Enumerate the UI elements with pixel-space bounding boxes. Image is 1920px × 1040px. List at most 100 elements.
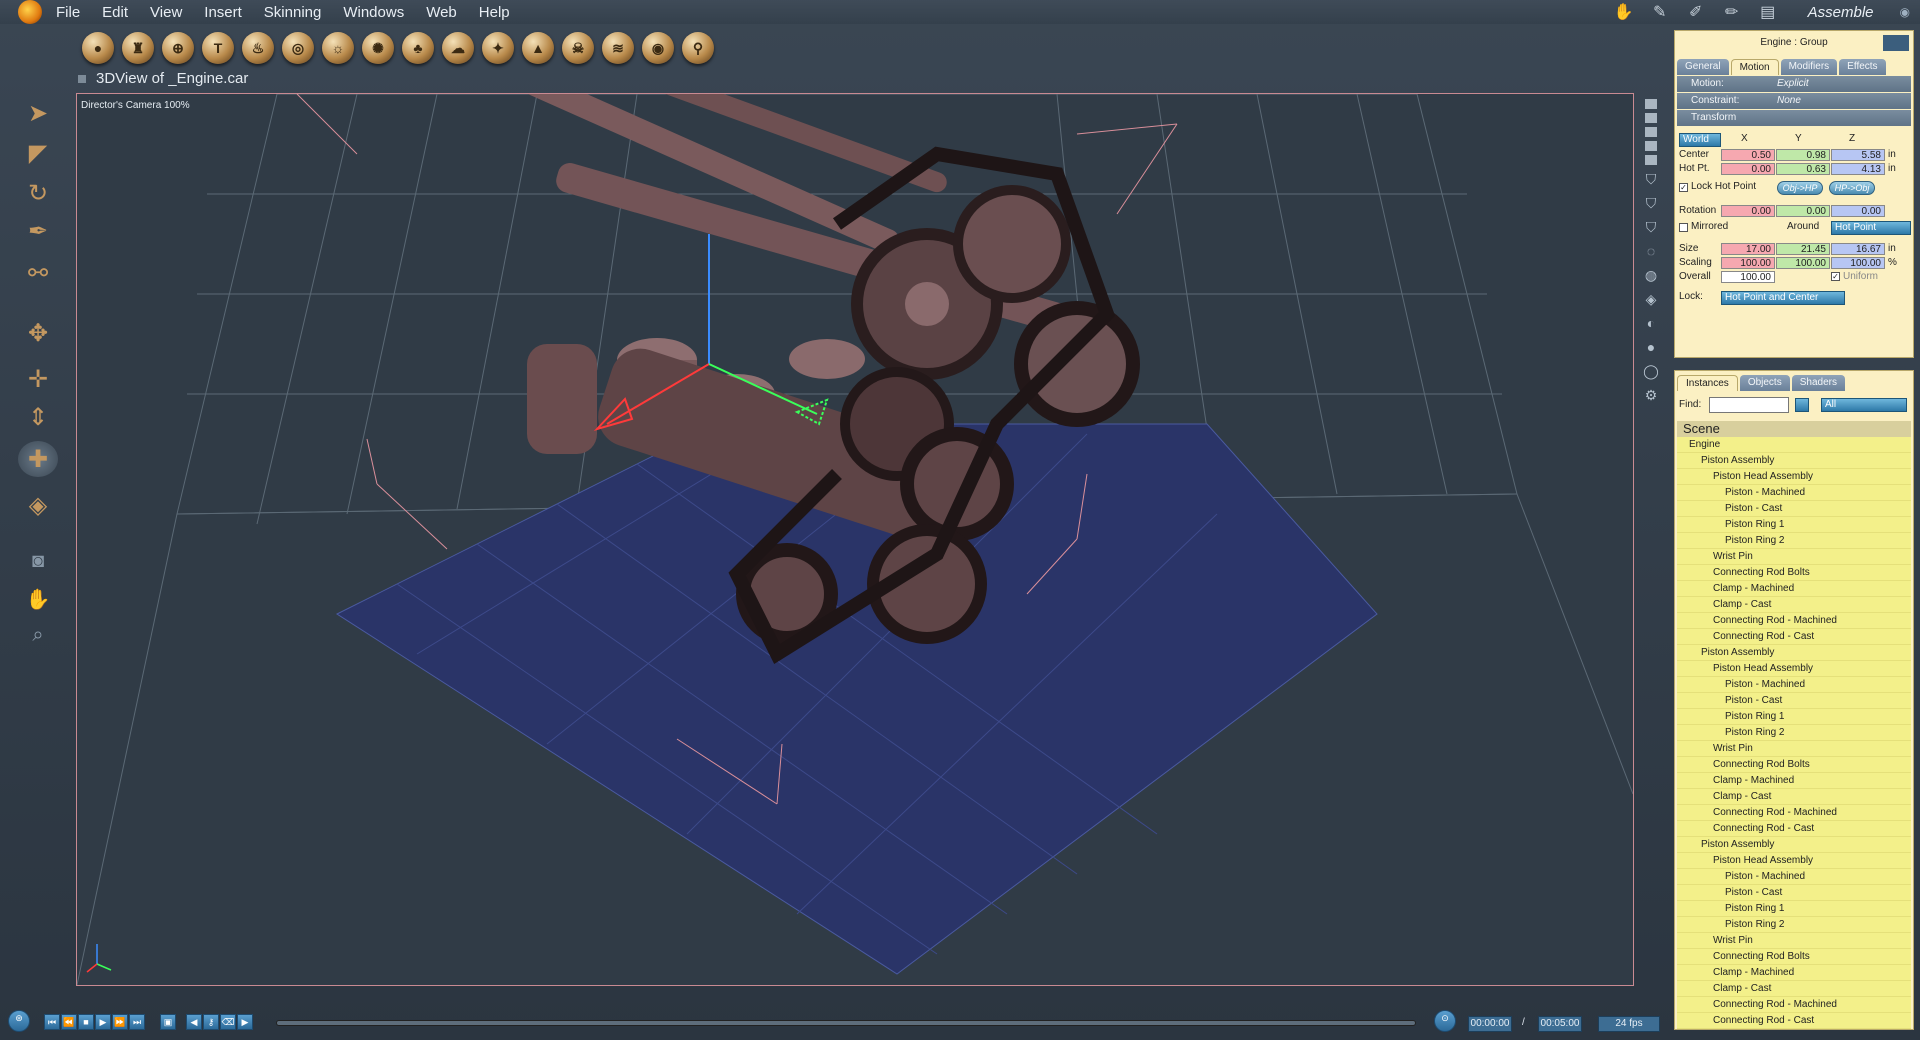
vapor-icon[interactable]: ≋ (602, 32, 634, 64)
mirrored-checkbox[interactable] (1679, 223, 1688, 232)
filter-dropdown[interactable]: All (1821, 398, 1907, 412)
render-mode-icon[interactable]: ◈ (1642, 291, 1660, 309)
film-room-icon[interactable]: ▤ (1754, 2, 1782, 22)
viewport-menu-icon[interactable] (78, 75, 86, 84)
render-mode-icon[interactable]: ◍ (1642, 267, 1660, 285)
globe-primitive-icon[interactable]: ⊕ (162, 32, 194, 64)
tab-modifiers[interactable]: Modifiers (1780, 59, 1838, 75)
hand-pan-icon[interactable]: ✋ (18, 581, 58, 617)
view-layout-icon[interactable] (1645, 127, 1657, 137)
view-layout-icon[interactable] (1645, 155, 1657, 165)
constraint-row[interactable]: Constraint: None (1677, 93, 1911, 109)
direct-select-icon[interactable]: ◤ (18, 135, 58, 171)
find-input[interactable] (1709, 397, 1789, 413)
tree-item[interactable]: Piston - Machined (1677, 485, 1911, 501)
center-y-field[interactable]: 0.98 (1776, 149, 1830, 161)
terrain-icon[interactable]: ▲ (522, 32, 554, 64)
app-logo-icon[interactable] (18, 0, 42, 24)
cube-view-icon[interactable]: ◈ (18, 487, 58, 523)
tree-item[interactable]: Piston - Machined (1677, 869, 1911, 885)
tree-item[interactable]: Wrist Pin (1677, 741, 1911, 757)
tree-item[interactable]: Piston Head Assembly (1677, 853, 1911, 869)
play-button[interactable]: ▶ (95, 1014, 111, 1030)
menu-file[interactable]: File (56, 4, 80, 21)
eye-effect-icon[interactable]: ◎ (282, 32, 314, 64)
next-key-button[interactable]: ▶ (237, 1014, 253, 1030)
menu-windows[interactable]: Windows (343, 4, 404, 21)
prev-key-button[interactable]: ◀ (186, 1014, 202, 1030)
tree-item[interactable]: Piston Head Assembly (1677, 469, 1911, 485)
shield-icon[interactable]: ⛉ (1642, 171, 1660, 189)
tree-item[interactable]: Piston Assembly (1677, 837, 1911, 853)
camera-icon[interactable]: ◙ (18, 543, 58, 579)
fireworks-icon[interactable]: ✦ (482, 32, 514, 64)
tree-item[interactable]: Connecting Rod - Machined (1677, 805, 1911, 821)
shader-room-icon[interactable]: ✐ (1682, 2, 1710, 22)
step-back-button[interactable]: ⏪ (61, 1014, 77, 1030)
move-xz-icon[interactable]: ✛ (18, 361, 58, 397)
shield-icon[interactable]: ⛉ (1642, 195, 1660, 213)
delete-key-button[interactable]: ⌫ (220, 1014, 236, 1030)
flame-effect-icon[interactable]: ♨ (242, 32, 274, 64)
shield-icon[interactable]: ⛉ (1642, 219, 1660, 237)
render-mode-icon[interactable]: ◌ (1642, 243, 1660, 261)
sphere-primitive-icon[interactable]: ● (82, 32, 114, 64)
camera-label[interactable]: Director's Camera 100% (81, 100, 190, 111)
render-mode-icon[interactable]: ● (1642, 339, 1660, 357)
scaling-y-field[interactable]: 100.00 (1776, 257, 1830, 269)
loop-button[interactable]: ▣ (160, 1014, 176, 1030)
zoom-magnifier-icon[interactable]: ⌕ (18, 617, 58, 653)
tab-shaders[interactable]: Shaders (1791, 375, 1845, 391)
constraint-value[interactable]: None (1777, 93, 1801, 109)
tree-item[interactable]: Piston Ring 2 (1677, 533, 1911, 549)
menu-insert[interactable]: Insert (204, 4, 242, 21)
rotation-y-field[interactable]: 0.00 (1776, 205, 1830, 217)
move-z-icon[interactable]: ⇕ (18, 399, 58, 435)
tree-item[interactable]: Piston - Cast (1677, 501, 1911, 517)
hotpoint-y-field[interactable]: 0.63 (1776, 163, 1830, 175)
tab-objects[interactable]: Objects (1739, 375, 1790, 391)
tab-instances[interactable]: Instances (1677, 375, 1738, 391)
hotpoint-x-field[interactable]: 0.00 (1721, 163, 1775, 175)
storyboard-room-icon[interactable]: ✏ (1718, 2, 1746, 22)
film-reel-icon[interactable]: ⊛ (8, 1010, 30, 1032)
eye-icon[interactable]: ◉ (1900, 5, 1910, 19)
text-tool-icon[interactable]: T (202, 32, 234, 64)
hand-room-icon[interactable]: ✋ (1610, 2, 1638, 22)
stop-button[interactable]: ■ (78, 1014, 94, 1030)
center-z-field[interactable]: 5.58 (1831, 149, 1885, 161)
view-layout-icon[interactable] (1645, 113, 1657, 123)
size-y-field[interactable]: 21.45 (1776, 243, 1830, 255)
tree-item[interactable]: Piston Head Assembly (1677, 661, 1911, 677)
end-time-field[interactable]: 00:05:00 (1538, 1016, 1582, 1032)
tree-item[interactable]: Connecting Rod - Machined (1677, 997, 1911, 1013)
select-arrow-icon[interactable]: ➤ (18, 95, 58, 131)
uniform-checkbox[interactable]: ✓ (1831, 272, 1840, 281)
tree-item[interactable]: Piston Ring 2 (1677, 917, 1911, 933)
motion-row[interactable]: Motion: Explicit (1677, 76, 1911, 92)
cloud-icon[interactable]: ☁ (442, 32, 474, 64)
menu-web[interactable]: Web (426, 4, 457, 21)
center-x-field[interactable]: 0.50 (1721, 149, 1775, 161)
size-x-field[interactable]: 17.00 (1721, 243, 1775, 255)
current-time-field[interactable]: 00:00:00 (1468, 1016, 1512, 1032)
lathe-primitive-icon[interactable]: ♜ (122, 32, 154, 64)
transform-section-header[interactable]: Transform (1677, 110, 1911, 126)
menu-edit[interactable]: Edit (102, 4, 128, 21)
view-layout-icon[interactable] (1645, 99, 1657, 109)
light-tool-icon[interactable]: ☼ (322, 32, 354, 64)
find-options-dropdown[interactable] (1795, 398, 1809, 412)
target-icon[interactable]: ◉ (642, 32, 674, 64)
3d-viewport[interactable]: Director's Camera 100% (76, 93, 1634, 986)
scaling-x-field[interactable]: 100.00 (1721, 257, 1775, 269)
model-room-icon[interactable]: ✎ (1646, 2, 1674, 22)
tree-item[interactable]: Connecting Rod - Cast (1677, 821, 1911, 837)
skeleton-icon[interactable]: ☠ (562, 32, 594, 64)
wand-icon[interactable]: ⚲ (682, 32, 714, 64)
size-z-field[interactable]: 16.67 (1831, 243, 1885, 255)
particle-icon[interactable]: ✺ (362, 32, 394, 64)
space-dropdown[interactable]: World (1679, 133, 1721, 147)
tree-item[interactable]: Wrist Pin (1677, 933, 1911, 949)
menu-skinning[interactable]: Skinning (264, 4, 322, 21)
lock-hot-point-checkbox[interactable]: ✓ (1679, 183, 1688, 192)
